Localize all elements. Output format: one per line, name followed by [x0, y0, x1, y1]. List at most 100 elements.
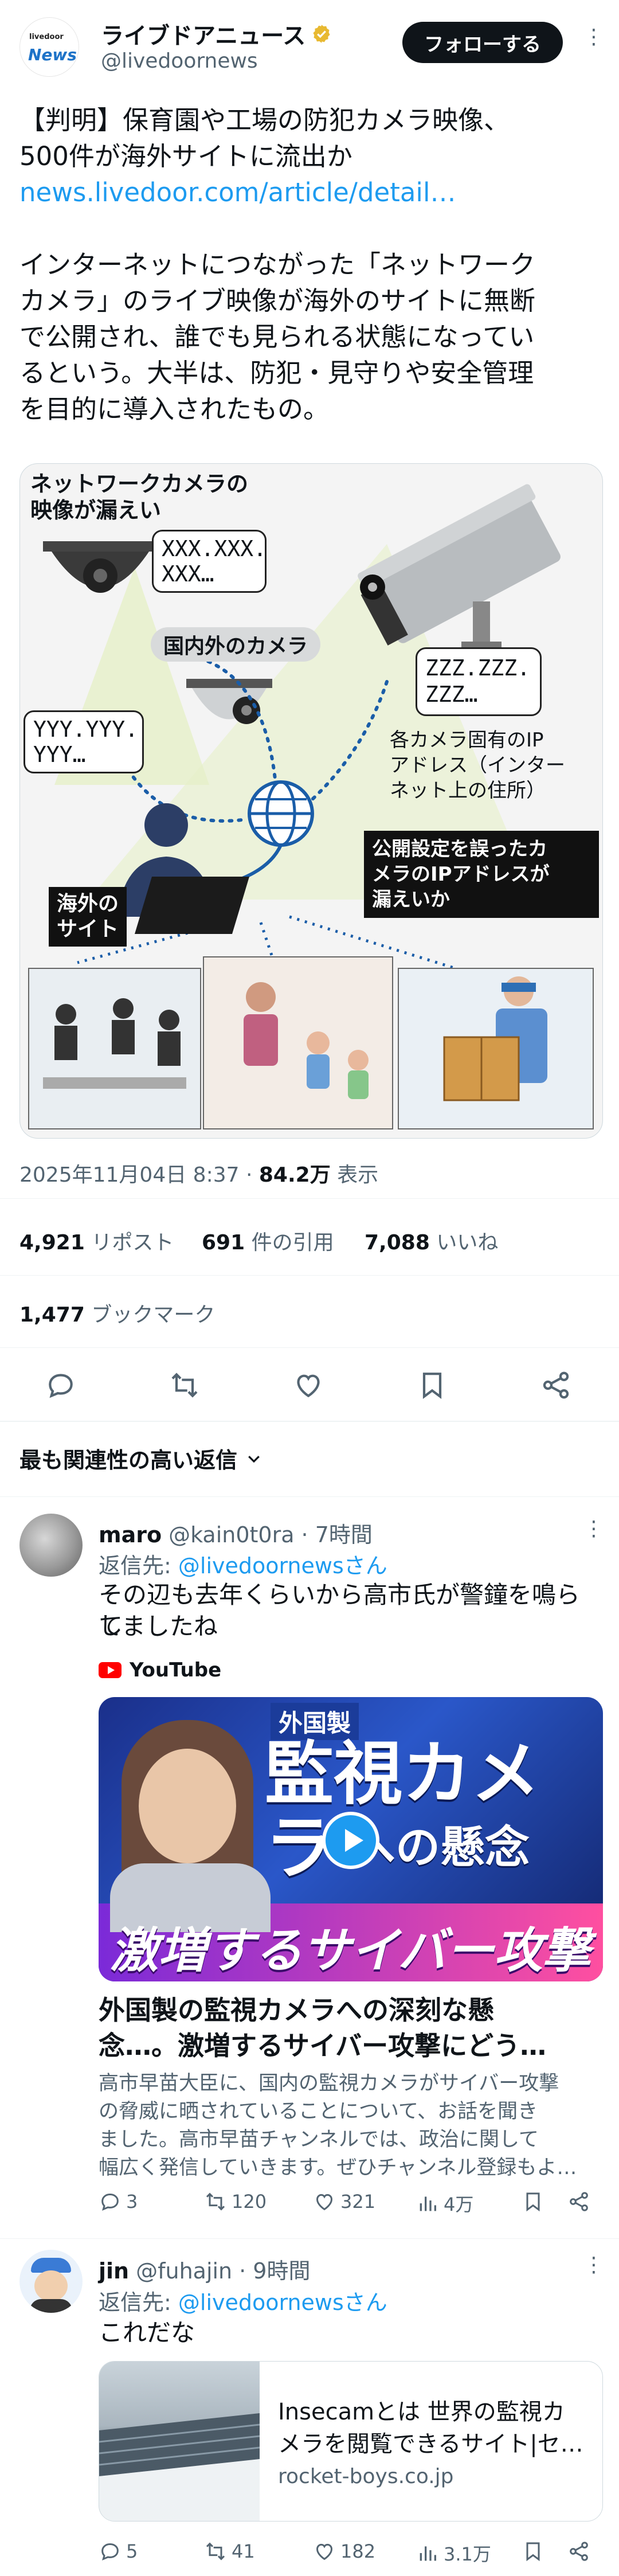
youtube-source: YouTube: [99, 1659, 221, 1682]
link-card[interactable]: Insecamとは 世界の監視カ メラを閲覧できるサイト|セ… rocket-b…: [99, 2361, 603, 2522]
like-heart-icon[interactable]: [292, 1369, 324, 1401]
tweet-body-line4: るという。大半は、防犯・見守りや安全管理: [19, 358, 534, 388]
reply2-time[interactable]: · 9時間: [239, 2253, 310, 2285]
reply1-reply-to-label: 返信先:: [99, 1553, 171, 1578]
more-options-icon[interactable]: ⋮: [583, 25, 604, 49]
leak-box-line3: 漏えいか: [372, 888, 450, 911]
reply1-like-action[interactable]: 321: [313, 2190, 375, 2213]
ip-note-line2: アドレス（インター: [390, 754, 565, 777]
article-link[interactable]: news.livedoor.com/article/detail…: [19, 174, 456, 210]
reply2-repost-action[interactable]: 41: [204, 2540, 255, 2563]
play-button-icon[interactable]: [322, 1812, 379, 1869]
ip-note-line1: 各カメラ固有のIP: [390, 729, 544, 752]
youtube-logo-icon: [99, 1662, 122, 1678]
reposts-label: リポスト: [91, 1231, 174, 1254]
repost-icon[interactable]: [169, 1369, 201, 1401]
ip-bubble-yyy-line2: YYY…: [33, 742, 86, 767]
divider: [0, 1347, 619, 1348]
quotes-stat[interactable]: 691 件の引用: [202, 1226, 334, 1256]
ip-bubble-xxx-line1: XXX.XXX.: [162, 536, 267, 561]
reply2-reply-action[interactable]: 5: [99, 2540, 138, 2563]
share-icon[interactable]: [540, 1369, 572, 1401]
link-card-domain: rocket-boys.co.jp: [278, 2465, 454, 2488]
tweet-body-line1: インターネットにつながった「ネットワーク: [19, 249, 536, 280]
ip-bubble-xxx-line2: XXX…: [162, 561, 214, 587]
author-name[interactable]: ライブドアニュース: [101, 17, 305, 50]
tweet-body-line3: で公開され、誰でも見られる状態になってい: [19, 322, 535, 352]
reply1-handle[interactable]: @kain0t0ra: [169, 1522, 294, 1547]
reply-icon[interactable]: [45, 1369, 77, 1401]
reply-sort-label: 最も関連性の高い返信: [19, 1448, 238, 1473]
link-card-title-line2: メラを閲覧できるサイト|セ…: [278, 2431, 583, 2457]
reply1-reply-to-handle[interactable]: @livedoornewsさん: [178, 1553, 387, 1578]
reply2-replies-count: 5: [126, 2540, 138, 2562]
link-card-title-line1: Insecamとは 世界の監視カ: [278, 2399, 565, 2425]
author-name-row[interactable]: ライブドアニュース: [101, 17, 332, 50]
divider: [0, 1421, 619, 1422]
reply2-likes-count: 182: [340, 2540, 376, 2562]
reply1-repost-action[interactable]: 120: [204, 2190, 267, 2213]
reply2-views-count: 3.1万: [444, 2543, 491, 2565]
maro-avatar[interactable]: [19, 1514, 83, 1577]
reply2-bookmark-icon[interactable]: [522, 2540, 544, 2563]
reply2-reply-to-handle[interactable]: @livedoornewsさん: [178, 2290, 387, 2315]
reply1-share-icon[interactable]: [567, 2190, 590, 2213]
reply2-reply-to: 返信先: @livedoornewsさん: [99, 2285, 387, 2316]
bookmark-icon[interactable]: [416, 1369, 448, 1401]
reply2-name[interactable]: jin: [99, 2258, 129, 2284]
ip-bubble-yyy-line1: YYY.YYY.: [33, 717, 139, 742]
views-label: 表示: [337, 1163, 379, 1187]
reply2-like-action[interactable]: 182: [313, 2540, 375, 2563]
reply1-reposts-count: 120: [232, 2191, 267, 2213]
jin-avatar-body: [30, 2299, 72, 2313]
reply2-header: jin @fuhajin · 9時間: [99, 2253, 310, 2285]
video-title[interactable]: 外国製の監視カメラへの深刻な懸 念…。激増するサイバー攻撃にどう…: [99, 1992, 597, 2063]
views-chart-icon: [420, 2196, 436, 2211]
repost-icon: [206, 2542, 225, 2561]
reply1-more-icon[interactable]: ⋮: [583, 1517, 604, 1541]
reply1-text-line2: てましたね: [99, 1612, 218, 1640]
overseas-line1: 海外の: [57, 892, 119, 916]
repost-icon: [206, 2192, 225, 2211]
bookmarks-stat[interactable]: 1,477 ブックマーク: [19, 1298, 215, 1328]
video-title-line1: 外国製の監視カメラへの深刻な懸: [99, 1995, 494, 2026]
reposts-count: 4,921: [19, 1231, 85, 1254]
leak-box-line2: メラのIPアドレスが: [372, 863, 550, 886]
video-thumbnail[interactable]: 外国製 監視カメラ への懸念 激増するサイバー攻撃: [99, 1697, 603, 1981]
reply1-name[interactable]: maro: [99, 1522, 162, 1547]
infographic-title: ネットワークカメラの 映像が漏えい: [30, 471, 248, 523]
divider: [0, 2238, 619, 2239]
ip-address-note: 各カメラ固有のIP アドレス（インター ネット上の住所）: [390, 728, 596, 803]
tweet-datetime[interactable]: 2025年11月04日 8:37: [19, 1163, 240, 1187]
youtube-label: YouTube: [130, 1659, 222, 1682]
jin-avatar[interactable]: [19, 2250, 83, 2313]
reply1-views-action[interactable]: 4万: [416, 2190, 473, 2217]
camera-leak-infographic[interactable]: ネットワークカメラの 映像が漏えい XXX.XXX. XXX… ZZZ.ZZZ.…: [19, 463, 603, 1139]
reply1-time[interactable]: · 7時間: [301, 1517, 373, 1549]
reply2-share-icon[interactable]: [567, 2540, 590, 2563]
livedoor-avatar[interactable]: livedoor News: [19, 17, 79, 77]
ip-bubble-zzz: ZZZ.ZZZ. ZZZ…: [416, 647, 542, 716]
quotes-count: 691: [202, 1231, 245, 1254]
meta-separator: ·: [245, 1163, 259, 1187]
jin-avatar-face: [34, 2270, 68, 2301]
reply2-more-icon[interactable]: ⋮: [583, 2253, 604, 2277]
views-chart-icon: [420, 2546, 436, 2561]
domestic-overseas-cameras-label: 国内外のカメラ: [151, 627, 321, 662]
bookmarks-label: ブックマーク: [91, 1303, 216, 1327]
video-desc-line1: 高市早苗大臣に、国内の監視カメラがサイバー攻撃: [99, 2072, 559, 2095]
reply-sort-dropdown[interactable]: 最も関連性の高い返信: [19, 1443, 263, 1474]
likes-stat[interactable]: 7,088 いいね: [365, 1226, 498, 1256]
reply1-reply-action[interactable]: 3: [99, 2190, 138, 2213]
bookmarks-count: 1,477: [19, 1303, 85, 1327]
reply2-handle[interactable]: @fuhajin: [136, 2258, 232, 2284]
author-handle[interactable]: @livedoornews: [101, 49, 258, 73]
tweet-headline-line1: 【判明】保育園や工場の防犯カメラ映像、: [19, 105, 510, 135]
chevron-down-icon: [248, 1455, 260, 1463]
reply2-views-action[interactable]: 3.1万: [416, 2540, 491, 2566]
tweet-body-line5: を目的に導入されたもの。: [19, 394, 330, 424]
reposts-stat[interactable]: 4,921 リポスト: [19, 1226, 174, 1256]
follow-button[interactable]: フォローする: [402, 22, 563, 63]
video-title-line2: 念…。激増するサイバー攻撃にどう…: [99, 2030, 547, 2061]
reply1-bookmark-icon[interactable]: [522, 2190, 544, 2213]
